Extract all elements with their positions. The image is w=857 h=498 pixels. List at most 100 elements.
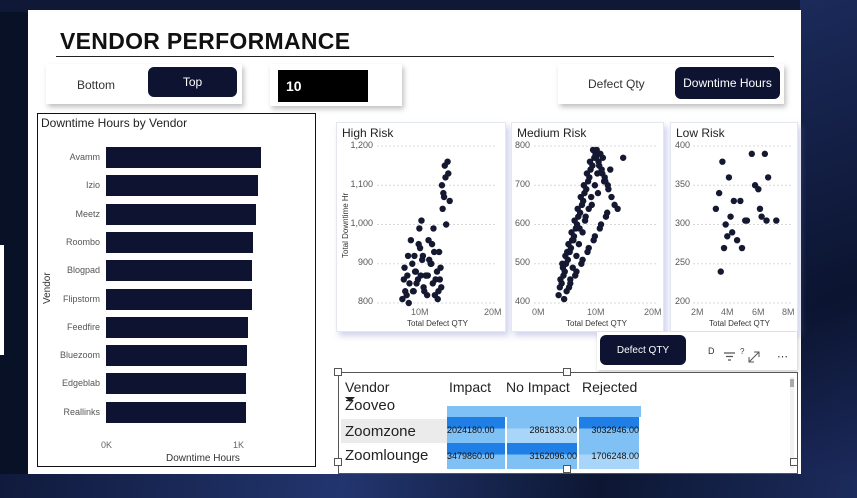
bar-flipstorm[interactable] bbox=[106, 288, 252, 310]
bar-reallinks[interactable] bbox=[106, 401, 246, 423]
scatter-point[interactable] bbox=[588, 201, 596, 209]
scatter-point[interactable] bbox=[576, 225, 583, 232]
scatter-point[interactable] bbox=[729, 229, 736, 236]
table-row-vendor[interactable]: Zoomlounge bbox=[345, 447, 428, 464]
scatter-point[interactable] bbox=[764, 174, 772, 181]
scatter-point[interactable] bbox=[600, 178, 608, 185]
scatter-point[interactable] bbox=[591, 182, 599, 189]
table-cell-rejected[interactable]: 3032946.00 bbox=[579, 417, 639, 443]
scatter-point[interactable] bbox=[416, 225, 423, 232]
scatter-point[interactable] bbox=[570, 237, 577, 244]
scatter-point[interactable] bbox=[730, 197, 738, 205]
scatter-point[interactable] bbox=[409, 260, 416, 267]
scatter-point[interactable] bbox=[441, 162, 448, 169]
scatter-point[interactable] bbox=[583, 170, 591, 177]
scatter-point[interactable] bbox=[755, 185, 762, 193]
scatter-point[interactable] bbox=[557, 276, 564, 283]
scatter-point[interactable] bbox=[715, 189, 723, 197]
top-button[interactable]: Top bbox=[148, 67, 237, 97]
scatter-point[interactable] bbox=[717, 268, 724, 275]
table-cell-impact[interactable]: 3479860.00 bbox=[447, 443, 505, 469]
scatter-point[interactable] bbox=[725, 174, 733, 181]
scatter-point[interactable] bbox=[738, 244, 746, 252]
downtime-slicer-partial[interactable]: D bbox=[708, 346, 715, 356]
resize-handle-tl[interactable] bbox=[334, 368, 342, 376]
scatter-point[interactable] bbox=[719, 158, 726, 165]
bar-bluezoom[interactable] bbox=[106, 345, 248, 367]
scatter-point[interactable] bbox=[603, 209, 611, 216]
scatter-point[interactable] bbox=[568, 229, 575, 236]
scatter-point[interactable] bbox=[403, 291, 410, 299]
scatter-point[interactable] bbox=[573, 268, 580, 275]
scatter-point[interactable] bbox=[560, 295, 568, 303]
scatter-point[interactable] bbox=[592, 154, 600, 161]
scatter-point[interactable] bbox=[438, 182, 446, 189]
scatter-point[interactable] bbox=[575, 240, 583, 248]
scatter-point[interactable] bbox=[733, 237, 741, 244]
scatter-point[interactable] bbox=[720, 244, 728, 252]
table-cell-impact[interactable]: 2024180.00 bbox=[447, 417, 505, 443]
downtime-hours-button[interactable]: Downtime Hours bbox=[675, 67, 780, 99]
scatter-point[interactable] bbox=[442, 221, 450, 228]
scatter-point[interactable] bbox=[594, 189, 602, 197]
scatter-point[interactable] bbox=[591, 233, 599, 240]
scatter-point[interactable] bbox=[406, 280, 413, 287]
scatter-point[interactable] bbox=[400, 276, 408, 283]
scatter-point[interactable] bbox=[405, 299, 412, 307]
resize-handle-tc[interactable] bbox=[563, 368, 571, 376]
scatter-point[interactable] bbox=[587, 193, 595, 201]
scatter-point[interactable] bbox=[420, 284, 427, 291]
scatter-point[interactable] bbox=[763, 217, 770, 224]
table-scrollbar[interactable] bbox=[790, 377, 794, 469]
bar-roombo[interactable] bbox=[106, 231, 254, 253]
scatter-point[interactable] bbox=[436, 276, 444, 283]
bar-edgeblab[interactable] bbox=[106, 373, 247, 395]
scatter-point[interactable] bbox=[722, 221, 729, 228]
scatter-point[interactable] bbox=[445, 170, 452, 177]
scatter-point[interactable] bbox=[573, 252, 580, 260]
scatter-point[interactable] bbox=[567, 280, 574, 287]
scatter-point[interactable] bbox=[413, 280, 420, 287]
scatter-point[interactable] bbox=[418, 217, 425, 224]
scatter-point[interactable] bbox=[555, 291, 562, 299]
scatter-point[interactable] bbox=[423, 291, 431, 299]
scatter-point[interactable] bbox=[434, 295, 441, 303]
scatter-point[interactable] bbox=[595, 162, 603, 169]
scatter-point[interactable] bbox=[417, 272, 424, 279]
col-header-vendor[interactable]: Vendor bbox=[345, 379, 389, 395]
bar-blogpad[interactable] bbox=[106, 260, 253, 282]
bar-meetz[interactable] bbox=[106, 203, 256, 225]
scatter-point[interactable] bbox=[597, 221, 605, 228]
scatter-point[interactable] bbox=[410, 288, 417, 295]
table-scroll-thumb[interactable] bbox=[790, 379, 794, 387]
scatter-point[interactable] bbox=[435, 288, 442, 295]
scatter-point[interactable] bbox=[580, 182, 588, 189]
scatter-point[interactable] bbox=[737, 197, 744, 205]
scatter-point[interactable] bbox=[585, 244, 592, 252]
scatter-point[interactable] bbox=[589, 146, 597, 154]
scatter-point[interactable] bbox=[559, 260, 566, 267]
resize-handle-br[interactable] bbox=[790, 458, 798, 466]
bar-izio[interactable] bbox=[106, 175, 258, 197]
scatter-point[interactable] bbox=[608, 193, 615, 201]
scatter-point[interactable] bbox=[556, 284, 564, 291]
bottom-button[interactable]: Bottom bbox=[77, 78, 115, 92]
scatter-point[interactable] bbox=[727, 213, 734, 220]
filter-icon[interactable] bbox=[724, 350, 735, 364]
bar-feedfire[interactable] bbox=[106, 316, 248, 338]
scatter-point[interactable] bbox=[404, 252, 412, 260]
defect-qty-button[interactable]: Defect Qty bbox=[588, 77, 645, 91]
scatter-point[interactable] bbox=[446, 197, 453, 205]
scatter-point[interactable] bbox=[582, 213, 589, 220]
scatter-point[interactable] bbox=[415, 240, 422, 248]
scatter-point[interactable] bbox=[579, 256, 586, 264]
scatter-point[interactable] bbox=[571, 217, 578, 224]
scatter-point[interactable] bbox=[440, 193, 448, 201]
bar-avamm[interactable] bbox=[106, 147, 262, 168]
scatter-point[interactable] bbox=[430, 248, 438, 256]
col-header-no-impact[interactable]: No Impact bbox=[506, 379, 570, 395]
scatter-point[interactable] bbox=[605, 185, 612, 193]
scatter-point[interactable] bbox=[586, 158, 594, 165]
defect-qty-slicer-button[interactable]: Defect QTY bbox=[600, 335, 686, 365]
scatter-point[interactable] bbox=[748, 150, 755, 158]
